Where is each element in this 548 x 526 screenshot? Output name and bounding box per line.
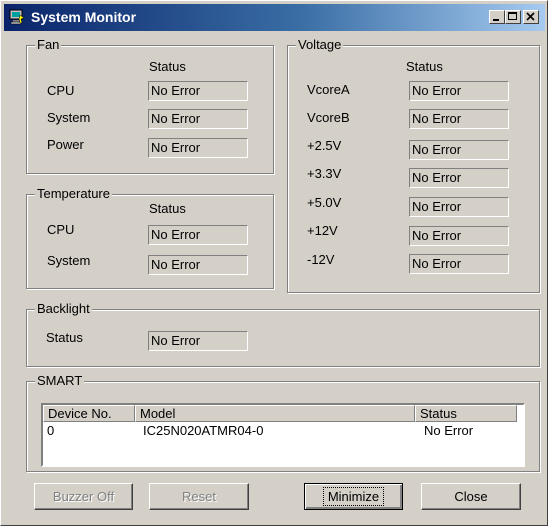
fan-cpu-status: No Error xyxy=(148,81,248,101)
temperature-cpu-status: No Error xyxy=(148,225,248,245)
smart-legend: SMART xyxy=(35,373,85,389)
minimize-label: Minimize xyxy=(322,487,385,506)
maximize-window-button[interactable] xyxy=(505,10,521,24)
backlight-legend: Backlight xyxy=(35,301,92,317)
close-label: Close xyxy=(454,489,488,504)
smart-device-list[interactable]: Device No. Model Status 0 IC25N020ATMR04… xyxy=(41,403,525,467)
maximize-icon xyxy=(508,12,517,20)
fan-system-label: System xyxy=(47,110,91,125)
voltage-vcorea-label: VcoreA xyxy=(307,82,350,97)
temperature-status-header: Status xyxy=(149,201,186,216)
voltage-minus12v-label: -12V xyxy=(307,252,335,267)
voltage-minus12v-status: No Error xyxy=(409,254,509,274)
monitor-icon[interactable] xyxy=(9,9,25,25)
buzzer-off-button[interactable]: Buzzer Off xyxy=(34,483,133,510)
voltage-2v5-label: +2.5V xyxy=(307,138,342,153)
buzzer-off-label: Buzzer Off xyxy=(52,489,115,504)
reset-button[interactable]: Reset xyxy=(149,483,249,510)
minimize-icon xyxy=(493,19,499,21)
system-monitor-window: System Monitor Fan Status CPU No Error S… xyxy=(0,0,548,526)
fan-power-status: No Error xyxy=(148,138,248,158)
reset-label: Reset xyxy=(182,489,216,504)
voltage-3v3-label: +3.3V xyxy=(307,166,342,181)
voltage-legend: Voltage xyxy=(296,37,344,53)
smart-group: SMART Device No. Model Status 0 IC25N020… xyxy=(26,373,540,472)
temperature-group: Temperature Status CPU No Error System N… xyxy=(26,186,274,289)
fan-power-label: Power xyxy=(47,137,84,152)
column-header-model[interactable]: Model xyxy=(135,405,415,422)
minimize-button[interactable]: Minimize xyxy=(304,483,403,510)
backlight-status-label: Status xyxy=(46,330,83,345)
title-bar[interactable]: System Monitor xyxy=(4,4,545,31)
voltage-vcoreb-status: No Error xyxy=(409,109,509,129)
voltage-status-header: Status xyxy=(406,59,443,74)
smart-row-device-no[interactable]: 0 xyxy=(47,423,54,439)
temperature-legend: Temperature xyxy=(35,186,112,202)
fan-legend: Fan xyxy=(35,37,62,53)
backlight-status: No Error xyxy=(148,331,248,351)
fan-status-header: Status xyxy=(149,59,186,74)
column-header-status[interactable]: Status xyxy=(415,405,517,422)
backlight-group: Backlight Status No Error xyxy=(26,301,540,367)
voltage-3v3-status: No Error xyxy=(409,168,509,188)
fan-group: Fan Status CPU No Error System No Error … xyxy=(26,37,274,174)
voltage-vcorea-status: No Error xyxy=(409,81,509,101)
window-title: System Monitor xyxy=(31,9,137,25)
close-icon xyxy=(526,12,535,21)
voltage-12v-label: +12V xyxy=(307,223,338,238)
close-button[interactable]: Close xyxy=(421,483,521,510)
column-header-device-no[interactable]: Device No. xyxy=(43,405,135,422)
voltage-2v5-status: No Error xyxy=(409,140,509,160)
temperature-cpu-label: CPU xyxy=(47,222,75,237)
smart-row-status[interactable]: No Error xyxy=(424,423,473,439)
voltage-vcoreb-label: VcoreB xyxy=(307,110,350,125)
fan-system-status: No Error xyxy=(148,109,248,129)
minimize-window-button[interactable] xyxy=(489,10,505,24)
close-window-button[interactable] xyxy=(523,10,539,24)
voltage-group: Voltage Status VcoreA No Error VcoreB No… xyxy=(287,37,540,293)
temperature-system-label: System xyxy=(47,253,91,268)
voltage-5v0-label: +5.0V xyxy=(307,195,342,210)
fan-cpu-label: CPU xyxy=(47,83,75,98)
voltage-5v0-status: No Error xyxy=(409,197,509,217)
voltage-12v-status: No Error xyxy=(409,226,509,246)
smart-row-model[interactable]: IC25N020ATMR04-0 xyxy=(143,423,263,439)
temperature-system-status: No Error xyxy=(148,255,248,275)
